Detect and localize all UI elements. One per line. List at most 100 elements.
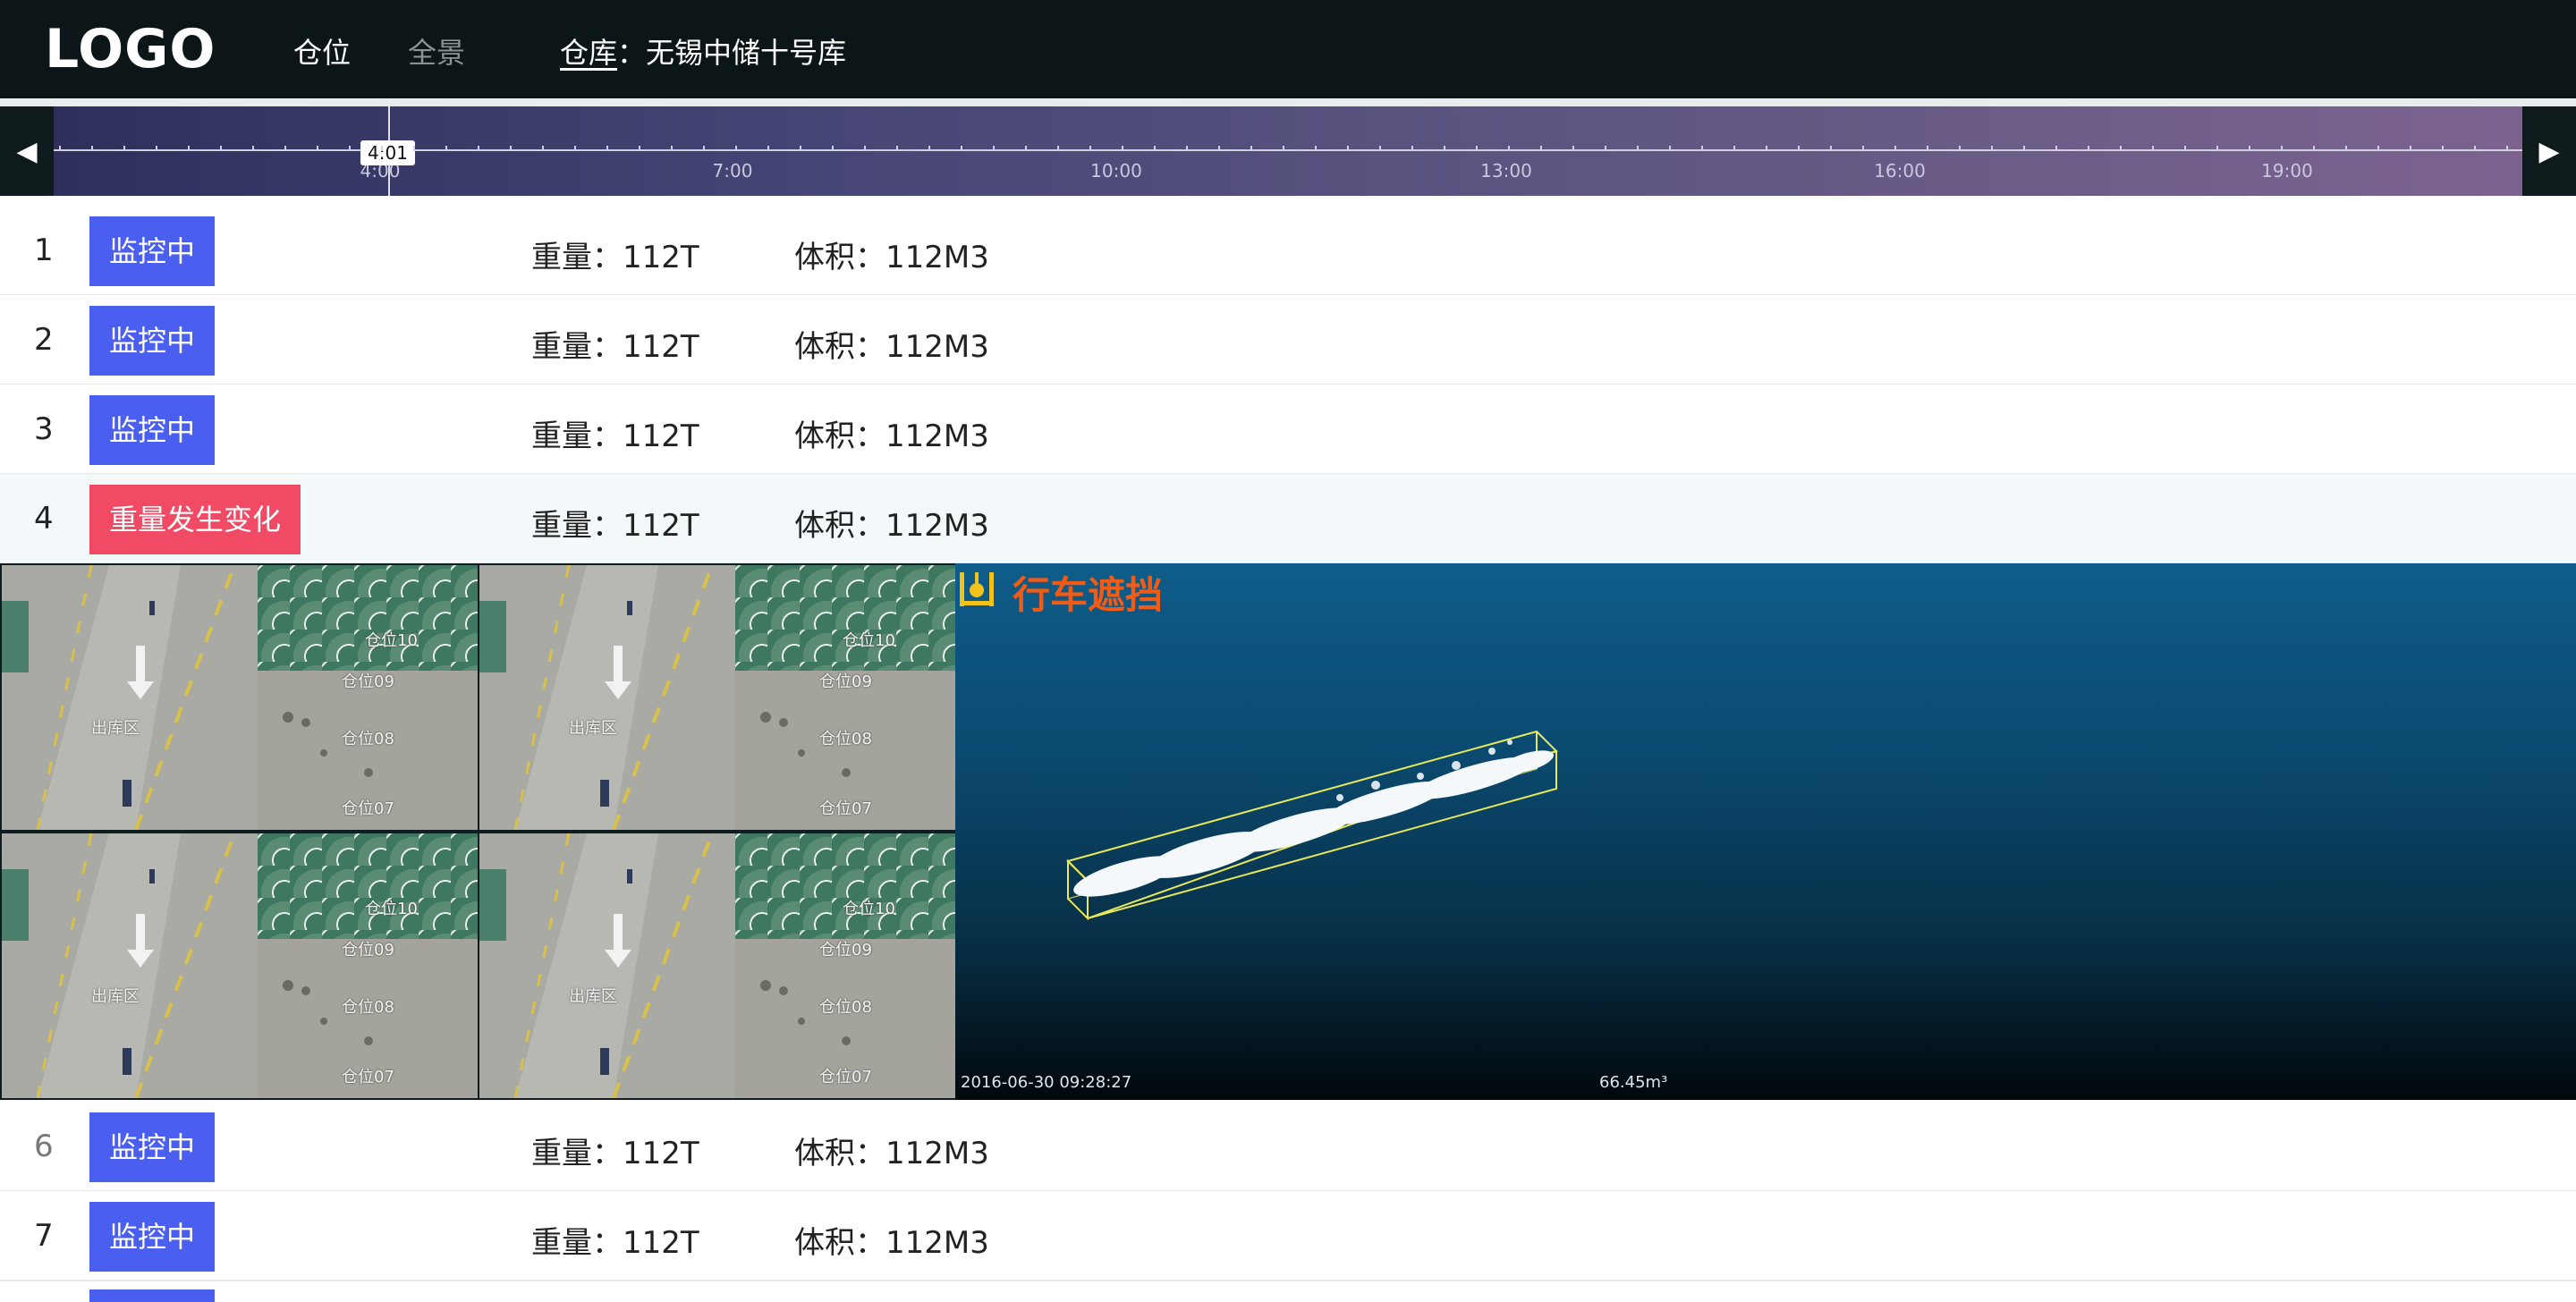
- row-detail-panel: 仓位10 仓位09 仓位08 仓位07 出库区 仓位10 仓位09 仓位08 仓…: [0, 563, 2576, 1100]
- timeline-tick: [1250, 146, 1252, 151]
- camera-zone-label: 出库区: [569, 987, 617, 1006]
- camera-feed[interactable]: 仓位10 仓位09 仓位08 仓位07 出库区: [479, 833, 955, 1098]
- capture-timestamp: 2016-06-30 09:28:27: [961, 1073, 1132, 1092]
- table-row-selected[interactable]: 4 重量发生变化 重量：112T 体积：112M3: [0, 474, 2576, 564]
- timeline-tick: [1959, 146, 1961, 151]
- timeline-tick: [123, 146, 125, 151]
- camera-slot-label: 仓位09: [342, 672, 394, 691]
- timeline-tick: [1411, 146, 1413, 151]
- timeline-hour-label: 10:00: [1090, 160, 1142, 182]
- status-badge-partial[interactable]: [89, 1289, 215, 1302]
- camera-slot-label: 仓位07: [342, 1068, 394, 1086]
- row-number: 7: [34, 1218, 54, 1254]
- camera-feed[interactable]: 仓位10 仓位09 仓位08 仓位07 出库区: [2, 565, 478, 830]
- timeline-tick: [896, 146, 898, 151]
- timeline-tick: [1572, 146, 1574, 151]
- camera-feed[interactable]: 仓位10 仓位09 仓位08 仓位07 出库区: [479, 565, 955, 830]
- timeline-hour-label: 19:00: [2261, 160, 2313, 182]
- timeline-tick: [2249, 146, 2250, 151]
- timeline-tick: [2023, 146, 2025, 151]
- timeline-tick: [284, 146, 286, 151]
- row-volume: 体积：112M3: [794, 508, 989, 544]
- row-number: 1: [34, 232, 54, 268]
- timeline-tick: [188, 146, 190, 151]
- timeline-tick: [864, 146, 866, 151]
- timeline-tick: [2055, 146, 2057, 151]
- camera-slot-label: 仓位10: [843, 900, 895, 918]
- timeline-tick: [574, 146, 576, 151]
- timeline-tick: [1476, 146, 1478, 151]
- timeline-tick: [445, 146, 447, 151]
- timeline-current-time[interactable]: 4:01: [360, 140, 415, 165]
- nav-item-panorama[interactable]: 全景: [408, 30, 465, 72]
- timeline-tick: [1701, 146, 1703, 151]
- table-row[interactable]: 7 监控中 重量：112T 体积：112M3: [0, 1191, 2576, 1281]
- row-number: 2: [34, 322, 54, 358]
- status-badge[interactable]: 监控中: [89, 306, 216, 376]
- timeline-tick: [2281, 146, 2283, 151]
- row-volume: 体积：112M3: [794, 1225, 989, 1261]
- arrow-left-icon: ◀: [16, 135, 38, 167]
- row-weight: 重量：112T: [531, 418, 699, 454]
- timeline-tick: [2152, 146, 2154, 151]
- timeline-tick: [156, 146, 157, 151]
- timeline-tick: [1444, 146, 1445, 151]
- camera-slot-label: 仓位07: [819, 799, 872, 818]
- timeline-tick: [542, 146, 544, 151]
- timeline-tick: [510, 146, 512, 151]
- timeline-tick: [1057, 146, 1059, 151]
- steel-coils: [735, 565, 955, 671]
- table-row[interactable]: 3 监控中 重量：112T 体积：112M3: [0, 385, 2576, 475]
- timeline-track[interactable]: 4:00 7:00 10:00 13:00 16:00 19:00 4:01: [54, 106, 2522, 196]
- status-badge[interactable]: 监控中: [89, 1112, 216, 1182]
- status-badge[interactable]: 监控中: [89, 395, 216, 465]
- camera-slot-label: 仓位08: [819, 998, 872, 1017]
- timeline-tick: [1830, 146, 1832, 151]
- nav-item-storage-slots[interactable]: 仓位: [293, 30, 351, 72]
- point-cloud-view[interactable]: 行车遮挡 2016-06-30 09:28:27 66.45m³: [955, 563, 2576, 1100]
- timeline-tick: [1894, 146, 1896, 151]
- camera-slot-label: 仓位09: [342, 941, 394, 960]
- status-badge[interactable]: 监控中: [89, 216, 216, 286]
- camera-feed[interactable]: 仓位10 仓位09 仓位08 仓位07 出库区: [2, 833, 478, 1098]
- timeline-next-button[interactable]: ▶: [2522, 106, 2576, 196]
- timeline: ◀ 4:00 7:00 10:00 13:00 16:00 19:00 4:01…: [0, 106, 2576, 196]
- table-row[interactable]: 6 监控中 重量：112T 体积：112M3: [0, 1102, 2576, 1192]
- timeline-tick: [2184, 146, 2186, 151]
- timeline-tick: [1283, 146, 1284, 151]
- status-badge-alert[interactable]: 重量发生变化: [89, 485, 301, 554]
- timeline-hour-label: 7:00: [712, 160, 753, 182]
- timeline-tick: [1733, 146, 1735, 151]
- table-row[interactable]: 2 监控中 重量：112T 体积：112M3: [0, 295, 2576, 385]
- timeline-tick: [2474, 146, 2476, 151]
- timeline-tick: [1798, 146, 1800, 151]
- timeline-tick: [349, 146, 351, 151]
- timeline-tick: [1605, 146, 1606, 151]
- timeline-tick: [993, 146, 995, 151]
- camera-slot-label: 仓位10: [843, 631, 895, 650]
- timeline-tick: [832, 146, 834, 151]
- table-row[interactable]: 1 监控中 重量：112T 体积：112M3: [0, 206, 2576, 296]
- timeline-prev-button[interactable]: ◀: [0, 106, 54, 196]
- timeline-tick: [59, 146, 61, 151]
- point-cloud-render: [1066, 730, 1558, 921]
- camera-slot-label: 仓位08: [342, 730, 394, 748]
- row-volume: 体积：112M3: [794, 1136, 989, 1171]
- warehouse-label-link[interactable]: 仓库: [560, 36, 617, 70]
- timeline-tick: [2442, 146, 2444, 151]
- camera-slot-label: 仓位10: [365, 631, 418, 650]
- warehouse-selector: 仓库：无锡中储十号库: [560, 30, 846, 72]
- timeline-tick: [2345, 146, 2347, 151]
- row-number: 6: [34, 1129, 54, 1164]
- status-badge[interactable]: 监控中: [89, 1202, 216, 1272]
- timeline-tick: [317, 146, 318, 151]
- row-number: 4: [34, 501, 54, 537]
- timeline-tick: [1154, 146, 1156, 151]
- camera-slot-label: 仓位07: [342, 799, 394, 818]
- timeline-tick: [1766, 146, 1767, 151]
- timeline-tick: [703, 146, 705, 151]
- timeline-tick: [671, 146, 673, 151]
- timeline-tick: [1669, 146, 1671, 151]
- timeline-tick: [2216, 146, 2218, 151]
- timeline-tick: [2377, 146, 2379, 151]
